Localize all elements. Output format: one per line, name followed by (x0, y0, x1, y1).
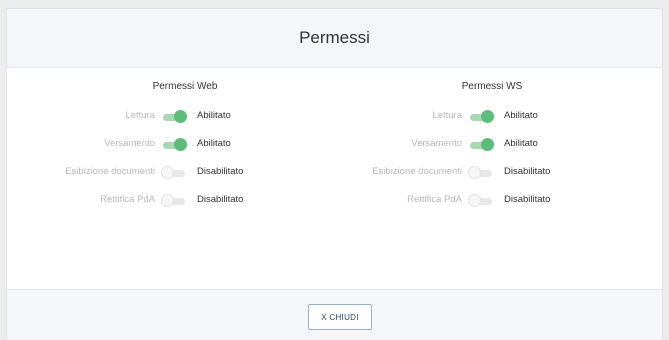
web-row-esibizione: Esibizione documenti (7, 166, 155, 180)
ws-esibizione-toggle[interactable] (468, 166, 494, 180)
permission-state: Abilitato (197, 138, 231, 149)
permission-state: Abilitato (504, 110, 538, 121)
permission-label: Esibizione documenti (372, 166, 462, 177)
permission-state: Disabilitato (504, 166, 551, 177)
web-rettifica-toggle[interactable] (161, 194, 187, 208)
ws-rettifica-toggle[interactable] (468, 194, 494, 208)
web-permissions-title: Permessi Web (152, 81, 218, 92)
ws-lettura-toggle[interactable] (468, 110, 494, 124)
ws-permissions-title: Permessi WS (461, 81, 523, 92)
permission-state: Disabilitato (197, 194, 244, 205)
web-versamento-toggle[interactable] (161, 138, 187, 152)
web-row-versamento: Versamento (7, 138, 155, 152)
ws-row-esibizione: Esibizione documenti (307, 166, 462, 180)
ws-row-lettura: Lettura (307, 110, 462, 124)
permission-state: Abilitato (197, 110, 231, 121)
close-button[interactable]: X CHIUDI (308, 304, 372, 330)
web-lettura-toggle[interactable] (161, 110, 187, 124)
ws-row-versamento: Versamento (307, 138, 462, 152)
permission-label: Lettura (432, 110, 462, 121)
permission-state: Disabilitato (197, 166, 244, 177)
web-esibizione-toggle[interactable] (161, 166, 187, 180)
web-row-rettifica: Rettifica PdA (7, 194, 155, 208)
permission-label: Lettura (125, 110, 155, 121)
dialog-title: Permessi (299, 28, 370, 47)
permission-label: Esibizione documenti (65, 166, 155, 177)
permission-label: Versamento (411, 138, 462, 149)
permissions-dialog: Permessi Permessi Web Permessi WS Lettur… (6, 8, 663, 340)
dialog-header: Permessi (7, 9, 662, 68)
permission-label: Versamento (104, 138, 155, 149)
dialog-footer: X CHIUDI (7, 289, 662, 340)
ws-row-rettifica: Rettifica PdA (307, 194, 462, 208)
permission-state: Disabilitato (504, 194, 551, 205)
permission-label: Rettifica PdA (407, 194, 462, 205)
ws-versamento-toggle[interactable] (468, 138, 494, 152)
web-row-lettura: Lettura (7, 110, 155, 124)
permission-state: Abilitato (504, 138, 538, 149)
permission-label: Rettifica PdA (100, 194, 155, 205)
